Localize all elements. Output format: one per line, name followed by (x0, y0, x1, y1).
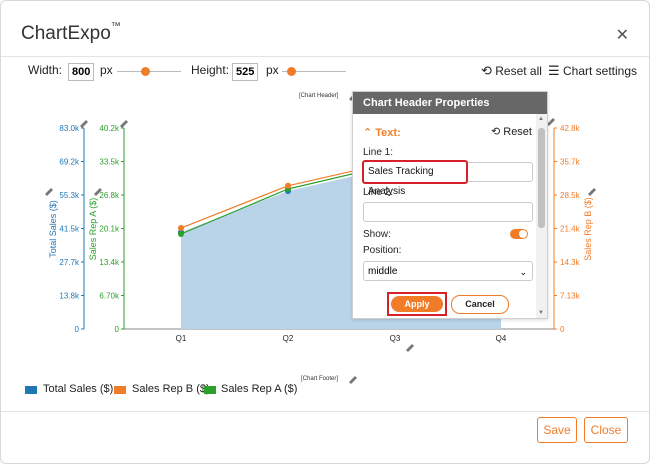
total_sales-tick-label: 83.0k (59, 124, 80, 133)
panel-body: ⌃ Text: ⟲ Reset Line 1: Sales Tracking A… (353, 114, 536, 318)
pencil-icon (547, 118, 555, 126)
total_sales-axis-title: Total Sales ($) (48, 200, 58, 258)
scroll-up-icon[interactable]: ▲ (538, 116, 544, 122)
chart-header-tag[interactable]: [Chart Header] (299, 93, 338, 99)
total_sales-tick-label: 55.3k (59, 191, 80, 200)
x-tick-Q3: Q3 (390, 334, 401, 343)
legend-total-sales: Total Sales ($) (43, 383, 114, 395)
chevron-up-icon: ⌃ (363, 127, 373, 139)
rep_a-tick-label: 13.4k (99, 258, 120, 267)
point-2-0 (178, 225, 184, 232)
apply-highlight: Apply (387, 292, 447, 316)
total_sales-tick-label: 41.5k (59, 225, 80, 234)
x-tick-Q4: Q4 (496, 334, 507, 343)
panel-scrollbar[interactable]: ▲ ▼ (536, 114, 547, 318)
line1-label: Line 1: (363, 147, 394, 158)
rep_b-axis-title: Sales Rep B ($) (583, 197, 593, 261)
rep_a-tick-label: 40.2k (99, 124, 120, 133)
show-label: Show: (363, 229, 391, 240)
point-2-1 (285, 182, 291, 189)
legend-swatch-total (25, 386, 37, 394)
position-label: Position: (363, 245, 402, 256)
total_sales-tick-label: 69.2k (59, 158, 80, 167)
area-chart: Q1 Q2 Q3 Q4 0 13.8k 27.7k 41.5k 55.3k 69.2k 83.0k T… (45, 93, 596, 384)
cancel-button[interactable]: Cancel (451, 295, 509, 314)
x-tick-Q1: Q1 (176, 334, 187, 343)
scroll-down-icon[interactable]: ▼ (538, 310, 544, 316)
rep_b-tick-label: 7.13k (560, 292, 581, 301)
rep_a-tick-label: 33.5k (99, 158, 120, 167)
rep_a-axis-title: Sales Rep A ($) (88, 198, 98, 261)
total_sales-tick-label: 13.8k (59, 292, 80, 301)
total_sales-tick-label: 0 (75, 325, 80, 334)
rep_b-tick-label: 35.7k (560, 158, 581, 167)
line1-input[interactable]: Sales Tracking Analysis (362, 160, 468, 197)
legend-rep-b: Sales Rep B ($) (132, 383, 210, 395)
text-section-toggle[interactable]: ⌃ Text: (363, 126, 401, 139)
point-1-0 (178, 231, 184, 237)
chevron-down-icon: ⌄ (519, 267, 527, 277)
position-value: middle (368, 266, 398, 277)
rep_a-tick-label: 26.8k (99, 191, 120, 200)
rep_b-tick-label: 0 (560, 325, 565, 334)
pencil-icon (349, 376, 357, 384)
chart-header-properties-panel: Chart Header Properties ⌃ Text: ⟲ Reset … (352, 91, 548, 319)
reset-icon: ⟲ (490, 126, 501, 138)
legend-swatch-rep-a (204, 386, 216, 394)
legend-rep-a: Sales Rep A ($) (221, 383, 298, 395)
total_sales-tick-label: 27.7k (59, 258, 80, 267)
rep_b-tick-label: 21.4k (560, 225, 581, 234)
show-toggle[interactable] (510, 229, 528, 239)
pencil-icon (406, 344, 414, 352)
position-select[interactable]: middle ⌄ (363, 261, 533, 281)
rep_a-tick-label: 0 (115, 325, 120, 334)
pencil-icon (80, 120, 88, 128)
pencil-icon (45, 188, 53, 196)
panel-reset-button[interactable]: ⟲ Reset (491, 125, 532, 138)
close-button[interactable]: Close (584, 417, 628, 443)
apply-button[interactable]: Apply (391, 296, 443, 312)
divider (1, 411, 649, 412)
line2-input[interactable] (363, 202, 533, 222)
pencil-icon (588, 188, 596, 196)
scroll-thumb[interactable] (538, 128, 545, 228)
x-tick-Q2: Q2 (283, 334, 294, 343)
legend-swatch-rep-b (114, 386, 126, 394)
rep_a-tick-label: 6.70k (99, 292, 120, 301)
text-section-label: Text: (375, 127, 401, 139)
rep_b-tick-label: 14.3k (560, 258, 581, 267)
rep_b-tick-label: 28.5k (560, 191, 581, 200)
save-button[interactable]: Save (537, 417, 577, 443)
rep_a-tick-label: 20.1k (99, 225, 120, 234)
chart-footer-tag[interactable]: [Chart Footer] (301, 376, 338, 382)
line2-label: Line 2: (363, 187, 394, 198)
chart-settings-dialog: ChartExpo™ ✕ Width: 800 px Height: 525 p… (0, 0, 650, 464)
pencil-icon (120, 120, 128, 128)
rep_b-tick-label: 42.8k (560, 124, 581, 133)
panel-title: Chart Header Properties (353, 92, 547, 114)
panel-reset-label: Reset (503, 126, 532, 138)
